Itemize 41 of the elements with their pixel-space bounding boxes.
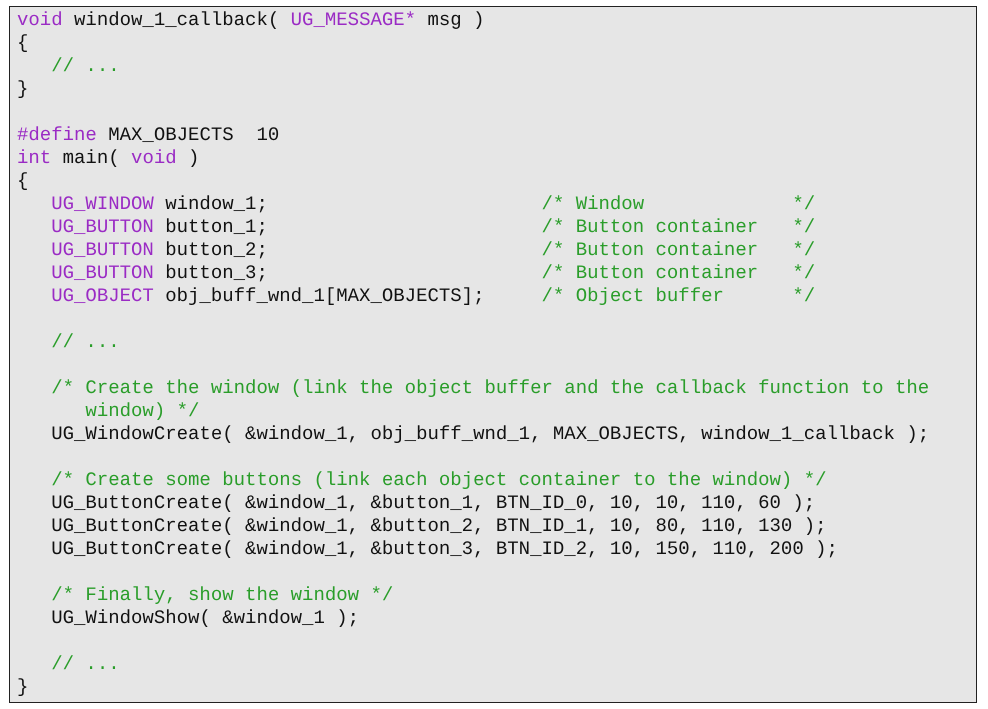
code-text: UG_ButtonCreate( &window_1, &button_1, BTN_ID_0, 10, 10, 110, 60 );: [50, 492, 816, 514]
code-text: UG_WindowCreate( &window_1, obj_buff_wnd_1, MAX_OBJECTS, window_1_callback );: [50, 423, 930, 445]
code-text: UG_WindowShow( &window_1 );: [50, 607, 360, 629]
code-text: obj_buff_wnd_1[MAX_OBJECTS];: [164, 285, 484, 307]
code-text: button_2;: [164, 239, 268, 261]
code-text: {: [17, 170, 28, 192]
keyword: int: [17, 147, 52, 169]
code-comment: /* Button container */: [541, 262, 816, 285]
type-name: UG_WINDOW: [50, 193, 154, 215]
code-comment: /* Object buffer */: [541, 285, 816, 308]
code-text: button_1;: [164, 216, 268, 238]
code-text: window_1;: [164, 193, 268, 215]
code-comment: window) */: [84, 400, 200, 422]
type-name: UG_MESSAGE*: [290, 9, 416, 31]
code-comment: /* Create the window (link the object buffer and the callback function to the: [50, 377, 930, 399]
code-text: UG_ButtonCreate( &window_1, &button_2, BTN_ID_1, 10, 80, 110, 130 );: [50, 515, 827, 537]
keyword: #define: [17, 124, 97, 146]
code-text: {: [17, 32, 28, 54]
code-comment: // ...: [50, 55, 120, 77]
code-comment: // ...: [50, 653, 120, 675]
type-name: UG_BUTTON: [50, 216, 154, 238]
code-text: }: [17, 676, 28, 698]
code-comment: // ...: [50, 331, 120, 353]
type-name: UG_BUTTON: [50, 262, 154, 284]
type-name: UG_BUTTON: [50, 239, 154, 261]
code-comment: /* Button container */: [541, 239, 816, 262]
code-text: button_3;: [164, 262, 268, 284]
code-comment: /* Finally, show the window */: [50, 584, 394, 606]
code-text: UG_ButtonCreate( &window_1, &button_3, BTN_ID_2, 10, 150, 110, 200 );: [50, 538, 838, 560]
keyword: void: [131, 147, 177, 169]
code-comment: /* Button container */: [541, 216, 816, 239]
type-name: UG_OBJECT: [50, 285, 154, 307]
code-comment: /* Window */: [541, 193, 816, 216]
code-text: main(: [62, 147, 121, 169]
code-text: ): [187, 147, 200, 169]
code-text: }: [17, 78, 28, 100]
code-text: msg ): [426, 9, 484, 31]
code-text: window_1_callback(: [73, 9, 280, 31]
code-text: MAX_OBJECTS 10: [107, 124, 280, 146]
code-comment: /* Create some buttons (link each object container to the window) */: [50, 469, 827, 491]
keyword: void: [17, 9, 63, 31]
